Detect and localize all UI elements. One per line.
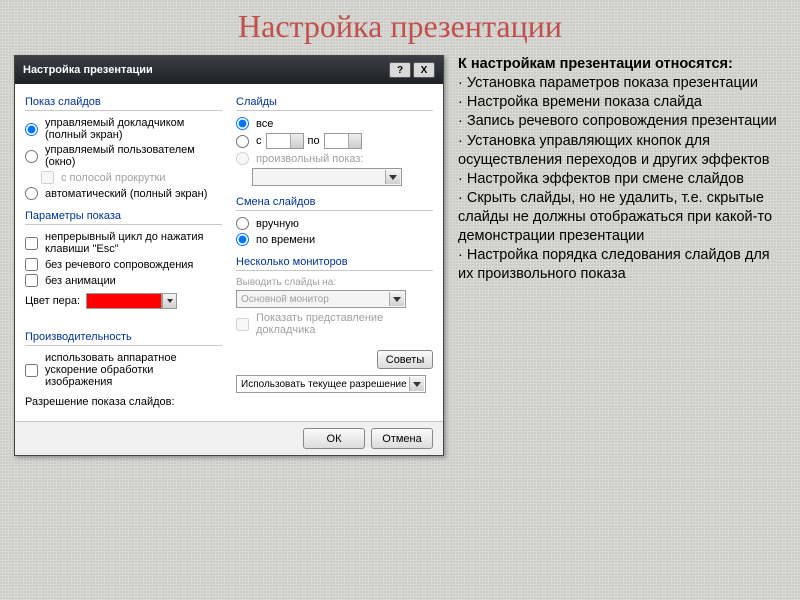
group-perf-title: Производительность [25, 331, 222, 343]
chk-presenter-view: Показать представление докладчика [236, 312, 433, 336]
chk-narration[interactable]: без речевого сопровождения [25, 258, 222, 271]
help-button[interactable]: ? [389, 62, 411, 78]
dialog-titlebar[interactable]: Настройка презентации ? X [15, 56, 443, 84]
ok-button[interactable]: ОК [303, 428, 365, 449]
chk-scrollbar: с полосой прокрутки [41, 171, 222, 184]
monitor-combo: Основной монитор [236, 290, 406, 308]
settings-dialog: Настройка презентации ? X Показ слайдов … [14, 55, 444, 456]
chk-loop[interactable]: непрерывный цикл до нажатия клавиши "Esc… [25, 231, 222, 255]
spin-to[interactable] [324, 133, 362, 149]
group-params-title: Параметры показа [25, 210, 222, 222]
radio-speaker[interactable]: управляемый докладчиком (полный экран) [25, 117, 222, 141]
info-item: · Настройка эффектов при смене слайдов [458, 170, 786, 189]
close-button[interactable]: X [413, 62, 435, 78]
group-advance-title: Смена слайдов [236, 196, 433, 208]
group-monitors-title: Несколько мониторов [236, 256, 433, 268]
radio-range[interactable]: с по [236, 133, 433, 149]
chevron-down-icon[interactable] [162, 293, 177, 309]
output-label: Выводить слайды на: [236, 277, 433, 288]
radio-custom-show: произвольный показ: [236, 152, 433, 165]
chk-hw-accel[interactable]: использовать аппаратное ускорение обрабо… [25, 352, 222, 388]
spin-from[interactable] [266, 133, 304, 149]
group-slides-title: Слайды [236, 96, 433, 108]
chevron-down-icon [389, 292, 404, 306]
group-show-title: Показ слайдов [25, 96, 222, 108]
info-item: · Скрыть слайды, но не удалить, т.е. скр… [458, 189, 786, 246]
chevron-down-icon [385, 170, 400, 184]
pen-color-picker[interactable] [86, 293, 162, 309]
radio-all-slides[interactable]: все [236, 117, 433, 130]
info-item: · Настройка времени показа слайда [458, 93, 786, 112]
resolution-label: Разрешение показа слайдов: [25, 396, 175, 408]
radio-manual[interactable]: вручную [236, 217, 433, 230]
info-panel: К настройкам презентации относятся: · Ус… [458, 55, 786, 456]
radio-timing[interactable]: по времени [236, 233, 433, 246]
radio-user-window[interactable]: управляемый пользователем (окно) [25, 144, 222, 168]
radio-auto[interactable]: автоматический (полный экран) [25, 187, 222, 200]
cancel-button[interactable]: Отмена [371, 428, 433, 449]
info-item: · Установка параметров показа презентаци… [458, 74, 786, 93]
tips-button[interactable]: Советы [377, 350, 433, 369]
chk-animation[interactable]: без анимации [25, 274, 222, 287]
chevron-down-icon[interactable] [409, 377, 424, 391]
info-item: · Запись речевого сопровождения презента… [458, 112, 786, 131]
resolution-combo[interactable]: Использовать текущее разрешение [236, 375, 426, 393]
custom-show-combo [252, 168, 402, 186]
info-heading: К настройкам презентации относятся: [458, 55, 786, 74]
info-item: · Установка управляющих кнопок для осуще… [458, 132, 786, 170]
info-item: · Настройка порядка следования слайдов д… [458, 246, 786, 284]
page-title: Настройка презентации [14, 8, 786, 45]
pen-label: Цвет пера: [25, 295, 80, 307]
dialog-title: Настройка презентации [23, 64, 387, 76]
